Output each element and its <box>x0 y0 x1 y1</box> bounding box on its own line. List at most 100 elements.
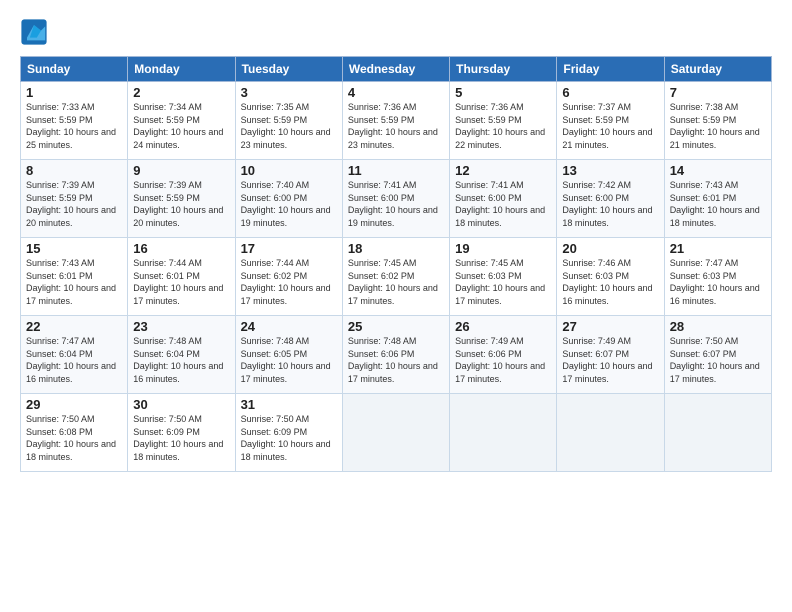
calendar-cell: 18 Sunrise: 7:45 AM Sunset: 6:02 PM Dayl… <box>342 238 449 316</box>
calendar-cell: 20 Sunrise: 7:46 AM Sunset: 6:03 PM Dayl… <box>557 238 664 316</box>
calendar-cell: 30 Sunrise: 7:50 AM Sunset: 6:09 PM Dayl… <box>128 394 235 472</box>
calendar-cell: 23 Sunrise: 7:48 AM Sunset: 6:04 PM Dayl… <box>128 316 235 394</box>
day-info: Sunrise: 7:34 AM Sunset: 5:59 PM Dayligh… <box>133 101 229 151</box>
day-number: 25 <box>348 319 444 334</box>
calendar-cell: 14 Sunrise: 7:43 AM Sunset: 6:01 PM Dayl… <box>664 160 771 238</box>
calendar-cell: 5 Sunrise: 7:36 AM Sunset: 5:59 PM Dayli… <box>450 82 557 160</box>
calendar-cell: 25 Sunrise: 7:48 AM Sunset: 6:06 PM Dayl… <box>342 316 449 394</box>
calendar-cell: 31 Sunrise: 7:50 AM Sunset: 6:09 PM Dayl… <box>235 394 342 472</box>
day-info: Sunrise: 7:43 AM Sunset: 6:01 PM Dayligh… <box>26 257 122 307</box>
calendar-cell: 29 Sunrise: 7:50 AM Sunset: 6:08 PM Dayl… <box>21 394 128 472</box>
day-number: 13 <box>562 163 658 178</box>
calendar-cell <box>664 394 771 472</box>
day-number: 12 <box>455 163 551 178</box>
day-info: Sunrise: 7:35 AM Sunset: 5:59 PM Dayligh… <box>241 101 337 151</box>
calendar-cell: 16 Sunrise: 7:44 AM Sunset: 6:01 PM Dayl… <box>128 238 235 316</box>
calendar-cell: 27 Sunrise: 7:49 AM Sunset: 6:07 PM Dayl… <box>557 316 664 394</box>
calendar-cell: 22 Sunrise: 7:47 AM Sunset: 6:04 PM Dayl… <box>21 316 128 394</box>
calendar-cell: 8 Sunrise: 7:39 AM Sunset: 5:59 PM Dayli… <box>21 160 128 238</box>
calendar-cell: 4 Sunrise: 7:36 AM Sunset: 5:59 PM Dayli… <box>342 82 449 160</box>
day-info: Sunrise: 7:39 AM Sunset: 5:59 PM Dayligh… <box>133 179 229 229</box>
day-number: 22 <box>26 319 122 334</box>
col-header-friday: Friday <box>557 57 664 82</box>
day-number: 17 <box>241 241 337 256</box>
calendar-cell: 6 Sunrise: 7:37 AM Sunset: 5:59 PM Dayli… <box>557 82 664 160</box>
day-info: Sunrise: 7:47 AM Sunset: 6:03 PM Dayligh… <box>670 257 766 307</box>
day-number: 1 <box>26 85 122 100</box>
calendar-cell: 26 Sunrise: 7:49 AM Sunset: 6:06 PM Dayl… <box>450 316 557 394</box>
week-row-2: 15 Sunrise: 7:43 AM Sunset: 6:01 PM Dayl… <box>21 238 772 316</box>
day-number: 24 <box>241 319 337 334</box>
col-header-thursday: Thursday <box>450 57 557 82</box>
calendar-cell: 17 Sunrise: 7:44 AM Sunset: 6:02 PM Dayl… <box>235 238 342 316</box>
day-info: Sunrise: 7:41 AM Sunset: 6:00 PM Dayligh… <box>455 179 551 229</box>
day-number: 5 <box>455 85 551 100</box>
calendar-cell: 10 Sunrise: 7:40 AM Sunset: 6:00 PM Dayl… <box>235 160 342 238</box>
day-number: 19 <box>455 241 551 256</box>
day-info: Sunrise: 7:38 AM Sunset: 5:59 PM Dayligh… <box>670 101 766 151</box>
day-number: 20 <box>562 241 658 256</box>
day-info: Sunrise: 7:45 AM Sunset: 6:03 PM Dayligh… <box>455 257 551 307</box>
calendar-cell: 15 Sunrise: 7:43 AM Sunset: 6:01 PM Dayl… <box>21 238 128 316</box>
day-number: 28 <box>670 319 766 334</box>
day-info: Sunrise: 7:50 AM Sunset: 6:08 PM Dayligh… <box>26 413 122 463</box>
day-number: 2 <box>133 85 229 100</box>
day-info: Sunrise: 7:50 AM Sunset: 6:09 PM Dayligh… <box>241 413 337 463</box>
calendar-cell: 12 Sunrise: 7:41 AM Sunset: 6:00 PM Dayl… <box>450 160 557 238</box>
calendar-cell: 21 Sunrise: 7:47 AM Sunset: 6:03 PM Dayl… <box>664 238 771 316</box>
day-info: Sunrise: 7:48 AM Sunset: 6:06 PM Dayligh… <box>348 335 444 385</box>
day-info: Sunrise: 7:50 AM Sunset: 6:07 PM Dayligh… <box>670 335 766 385</box>
day-number: 31 <box>241 397 337 412</box>
col-header-saturday: Saturday <box>664 57 771 82</box>
day-info: Sunrise: 7:49 AM Sunset: 6:07 PM Dayligh… <box>562 335 658 385</box>
calendar-cell: 11 Sunrise: 7:41 AM Sunset: 6:00 PM Dayl… <box>342 160 449 238</box>
calendar-cell: 13 Sunrise: 7:42 AM Sunset: 6:00 PM Dayl… <box>557 160 664 238</box>
logo-icon <box>20 18 48 46</box>
day-info: Sunrise: 7:36 AM Sunset: 5:59 PM Dayligh… <box>455 101 551 151</box>
calendar-cell: 1 Sunrise: 7:33 AM Sunset: 5:59 PM Dayli… <box>21 82 128 160</box>
calendar-cell: 28 Sunrise: 7:50 AM Sunset: 6:07 PM Dayl… <box>664 316 771 394</box>
day-number: 11 <box>348 163 444 178</box>
calendar-cell: 9 Sunrise: 7:39 AM Sunset: 5:59 PM Dayli… <box>128 160 235 238</box>
day-number: 3 <box>241 85 337 100</box>
calendar-cell: 2 Sunrise: 7:34 AM Sunset: 5:59 PM Dayli… <box>128 82 235 160</box>
day-number: 6 <box>562 85 658 100</box>
day-number: 18 <box>348 241 444 256</box>
header <box>20 18 772 46</box>
header-row: SundayMondayTuesdayWednesdayThursdayFrid… <box>21 57 772 82</box>
calendar-cell <box>557 394 664 472</box>
calendar-cell: 19 Sunrise: 7:45 AM Sunset: 6:03 PM Dayl… <box>450 238 557 316</box>
day-number: 4 <box>348 85 444 100</box>
day-info: Sunrise: 7:36 AM Sunset: 5:59 PM Dayligh… <box>348 101 444 151</box>
calendar-cell: 7 Sunrise: 7:38 AM Sunset: 5:59 PM Dayli… <box>664 82 771 160</box>
page: SundayMondayTuesdayWednesdayThursdayFrid… <box>0 0 792 612</box>
day-info: Sunrise: 7:43 AM Sunset: 6:01 PM Dayligh… <box>670 179 766 229</box>
calendar-table: SundayMondayTuesdayWednesdayThursdayFrid… <box>20 56 772 472</box>
day-info: Sunrise: 7:50 AM Sunset: 6:09 PM Dayligh… <box>133 413 229 463</box>
day-info: Sunrise: 7:49 AM Sunset: 6:06 PM Dayligh… <box>455 335 551 385</box>
day-number: 30 <box>133 397 229 412</box>
day-info: Sunrise: 7:41 AM Sunset: 6:00 PM Dayligh… <box>348 179 444 229</box>
day-number: 10 <box>241 163 337 178</box>
day-info: Sunrise: 7:42 AM Sunset: 6:00 PM Dayligh… <box>562 179 658 229</box>
day-number: 15 <box>26 241 122 256</box>
day-number: 23 <box>133 319 229 334</box>
col-header-monday: Monday <box>128 57 235 82</box>
col-header-sunday: Sunday <box>21 57 128 82</box>
day-info: Sunrise: 7:33 AM Sunset: 5:59 PM Dayligh… <box>26 101 122 151</box>
day-info: Sunrise: 7:48 AM Sunset: 6:05 PM Dayligh… <box>241 335 337 385</box>
calendar-cell <box>450 394 557 472</box>
week-row-4: 29 Sunrise: 7:50 AM Sunset: 6:08 PM Dayl… <box>21 394 772 472</box>
day-info: Sunrise: 7:47 AM Sunset: 6:04 PM Dayligh… <box>26 335 122 385</box>
day-number: 14 <box>670 163 766 178</box>
day-number: 26 <box>455 319 551 334</box>
day-number: 7 <box>670 85 766 100</box>
week-row-3: 22 Sunrise: 7:47 AM Sunset: 6:04 PM Dayl… <box>21 316 772 394</box>
day-info: Sunrise: 7:44 AM Sunset: 6:02 PM Dayligh… <box>241 257 337 307</box>
day-number: 8 <box>26 163 122 178</box>
day-number: 21 <box>670 241 766 256</box>
day-number: 27 <box>562 319 658 334</box>
day-info: Sunrise: 7:39 AM Sunset: 5:59 PM Dayligh… <box>26 179 122 229</box>
day-info: Sunrise: 7:37 AM Sunset: 5:59 PM Dayligh… <box>562 101 658 151</box>
calendar-cell <box>342 394 449 472</box>
